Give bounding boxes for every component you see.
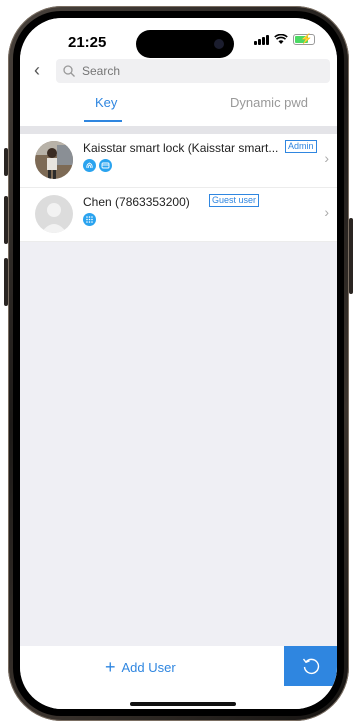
user-name: Kaisstar smart lock (Kaisstar smart...: [83, 141, 279, 155]
add-user-label: Add User: [121, 659, 176, 675]
status-time: 21:25: [68, 34, 107, 51]
wifi-icon: [274, 34, 288, 44]
nav-bar: ‹: [20, 58, 337, 84]
side-button: [4, 196, 8, 244]
camera-icon: [214, 39, 224, 49]
chevron-right-icon: ›: [324, 150, 329, 166]
battery-icon: ⚡: [293, 34, 315, 45]
avatar: [35, 195, 73, 233]
user-row[interactable]: Chen (7863353200) Guest user ›: [20, 188, 337, 242]
permission-icons: [83, 213, 96, 226]
home-indicator: [130, 702, 236, 706]
search-icon: [63, 65, 75, 77]
side-button: [349, 218, 353, 294]
cellular-signal-icon: [254, 34, 269, 45]
side-button: [4, 258, 8, 306]
active-tab-indicator: [84, 120, 122, 122]
tab-dynamic-pwd[interactable]: Dynamic pwd: [230, 95, 308, 110]
user-name: Chen (7863353200): [83, 195, 190, 209]
search-bar[interactable]: [56, 59, 330, 83]
user-row[interactable]: Kaisstar smart lock (Kaisstar smart... A…: [20, 134, 337, 188]
chevron-right-icon: ›: [324, 204, 329, 220]
bottom-bar: + Add User: [20, 646, 337, 709]
card-icon: [99, 159, 112, 172]
permission-icons: [83, 159, 112, 172]
tab-key[interactable]: Key: [95, 95, 117, 110]
phone-screen: 21:25 ⚡ ‹ Key Dynamic pw: [20, 18, 337, 709]
side-button: [4, 148, 8, 176]
dynamic-island: [136, 30, 234, 58]
status-icons: ⚡: [254, 34, 315, 45]
user-list: Kaisstar smart lock (Kaisstar smart... A…: [20, 134, 337, 242]
refresh-icon: [302, 658, 319, 675]
tab-bar: Key Dynamic pwd: [20, 84, 337, 126]
fingerprint-icon: [83, 159, 96, 172]
add-user-button[interactable]: + Add User: [105, 656, 176, 678]
plus-icon: +: [105, 657, 116, 677]
role-badge: Guest user: [209, 194, 260, 207]
keypad-icon: [83, 213, 96, 226]
avatar: [35, 141, 73, 179]
search-input[interactable]: [80, 63, 324, 79]
role-badge: Admin: [285, 140, 317, 153]
back-button[interactable]: ‹: [34, 61, 54, 81]
refresh-button[interactable]: [284, 646, 337, 686]
section-divider: [20, 126, 337, 134]
